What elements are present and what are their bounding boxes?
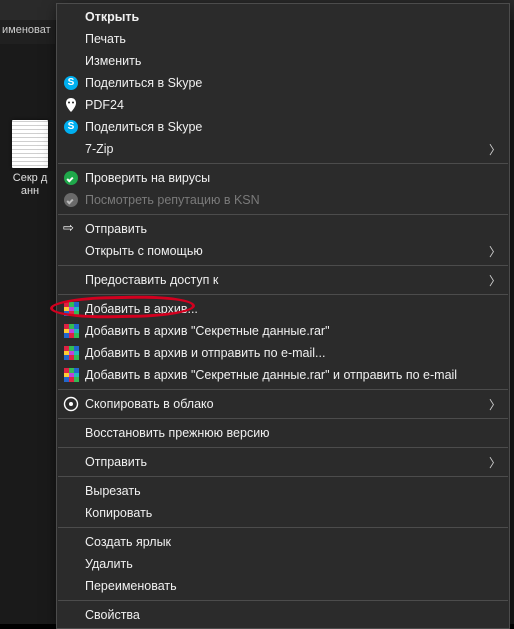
menu-virus-check[interactable]: Проверить на вирусы [57, 167, 509, 189]
menu-label: Создать ярлык [85, 535, 491, 549]
menu-send-to[interactable]: Отправить 〉 [57, 451, 509, 473]
separator [58, 389, 508, 390]
menu-print[interactable]: Печать [57, 28, 509, 50]
winrar-icon [57, 302, 85, 316]
menu-label: Поделиться в Skype [85, 76, 491, 90]
menu-label: 7-Zip [85, 142, 491, 156]
menu-label: Переименовать [85, 579, 491, 593]
menu-copy-cloud[interactable]: Скопировать в облако 〉 [57, 393, 509, 415]
menu-cut[interactable]: Вырезать [57, 480, 509, 502]
menu-label: Посмотреть репутацию в KSN [85, 193, 491, 207]
kaspersky-icon [57, 171, 85, 185]
menu-edit[interactable]: Изменить [57, 50, 509, 72]
menu-label: Копировать [85, 506, 491, 520]
menu-pdf24[interactable]: PDF24 [57, 94, 509, 116]
menu-label: Добавить в архив и отправить по e-mail..… [85, 346, 491, 360]
winrar-icon [57, 346, 85, 360]
separator [58, 294, 508, 295]
menu-label: Добавить в архив "Секретные данные.rar" [85, 324, 491, 338]
context-menu: Открыть Печать Изменить S Поделиться в S… [56, 3, 510, 629]
separator [58, 447, 508, 448]
menu-delete[interactable]: Удалить [57, 553, 509, 575]
menu-properties[interactable]: Свойства [57, 604, 509, 626]
menu-label: Изменить [85, 54, 491, 68]
file-thumbnail[interactable]: Секр данн [10, 120, 50, 198]
menu-open-with[interactable]: Открыть с помощью 〉 [57, 240, 509, 262]
menu-rar-named-email[interactable]: Добавить в архив "Секретные данные.rar" … [57, 364, 509, 386]
menu-7zip[interactable]: 7-Zip 〉 [57, 138, 509, 160]
share-icon: ⇨ [57, 221, 85, 237]
separator [58, 418, 508, 419]
separator [58, 476, 508, 477]
menu-label: PDF24 [85, 98, 491, 112]
separator [58, 265, 508, 266]
chevron-right-icon: 〉 [489, 454, 501, 471]
menu-label: Свойства [85, 608, 491, 622]
separator [58, 600, 508, 601]
menu-rar-add[interactable]: Добавить в архив... [57, 298, 509, 320]
winrar-icon [57, 324, 85, 338]
chevron-right-icon: 〉 [489, 141, 501, 158]
pdf24-icon [57, 97, 85, 113]
winrar-icon [57, 368, 85, 382]
menu-ksn: Посмотреть репутацию в KSN [57, 189, 509, 211]
menu-label: Проверить на вирусы [85, 171, 491, 185]
chevron-right-icon: 〉 [489, 272, 501, 289]
menu-send[interactable]: ⇨ Отправить [57, 218, 509, 240]
separator [58, 214, 508, 215]
menu-copy[interactable]: Копировать [57, 502, 509, 524]
file-label: Секр данн [10, 172, 50, 198]
menu-label: Отправить [85, 455, 491, 469]
menu-label: Поделиться в Skype [85, 120, 491, 134]
document-icon [12, 120, 48, 168]
chevron-right-icon: 〉 [489, 243, 501, 260]
menu-shortcut[interactable]: Создать ярлык [57, 531, 509, 553]
menu-skype-share-2[interactable]: S Поделиться в Skype [57, 116, 509, 138]
menu-restore[interactable]: Восстановить прежнюю версию [57, 422, 509, 444]
menu-label: Печать [85, 32, 491, 46]
menu-label: Открыть с помощью [85, 244, 491, 258]
kaspersky-disabled-icon [57, 193, 85, 207]
menu-rename[interactable]: Переименовать [57, 575, 509, 597]
menu-label: Открыть [85, 10, 491, 24]
menu-grant-access[interactable]: Предоставить доступ к 〉 [57, 269, 509, 291]
separator [58, 527, 508, 528]
menu-label: Предоставить доступ к [85, 273, 491, 287]
menu-label: Удалить [85, 557, 491, 571]
skype-icon: S [57, 76, 85, 90]
menu-open[interactable]: Открыть [57, 6, 509, 28]
menu-skype-share-1[interactable]: S Поделиться в Skype [57, 72, 509, 94]
menu-label: Скопировать в облако [85, 397, 491, 411]
separator [58, 163, 508, 164]
cloud-icon [57, 396, 85, 412]
menu-label: Восстановить прежнюю версию [85, 426, 491, 440]
menu-label: Добавить в архив "Секретные данные.rar" … [85, 368, 491, 382]
menu-rar-add-named[interactable]: Добавить в архив "Секретные данные.rar" [57, 320, 509, 342]
partial-toolbar-text: именоват [0, 20, 55, 44]
skype-icon: S [57, 120, 85, 134]
menu-rar-email[interactable]: Добавить в архив и отправить по e-mail..… [57, 342, 509, 364]
chevron-right-icon: 〉 [489, 396, 501, 413]
menu-label: Вырезать [85, 484, 491, 498]
menu-label: Отправить [85, 222, 491, 236]
menu-label: Добавить в архив... [85, 302, 491, 316]
